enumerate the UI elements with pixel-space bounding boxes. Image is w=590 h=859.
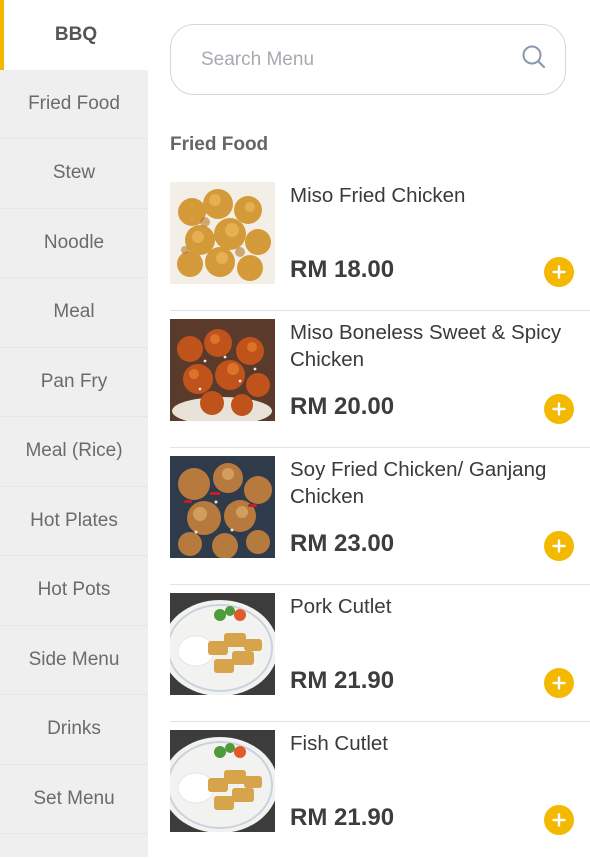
menu-item[interactable]: Fish Cutlet RM 21.90 — [170, 722, 590, 859]
category-stew[interactable]: Stew — [0, 139, 148, 209]
menu-item[interactable]: Soy Fried Chicken/ Ganjang Chicken RM 23… — [170, 448, 590, 585]
search-bar — [170, 24, 566, 95]
food-image — [170, 319, 275, 421]
food-image — [170, 730, 275, 832]
category-meal[interactable]: Meal — [0, 278, 148, 348]
item-price: RM 21.90 — [290, 804, 395, 831]
add-to-cart-button[interactable] — [544, 531, 574, 561]
item-price: RM 20.00 — [290, 393, 395, 420]
item-name: Soy Fried Chicken/ Ganjang Chicken — [290, 458, 547, 508]
menu-item[interactable]: Miso Fried Chicken RM 18.00 — [170, 174, 590, 311]
plus-icon — [552, 813, 566, 827]
category-set-menu[interactable]: Set Menu — [0, 765, 148, 834]
menu-item[interactable]: Pork Cutlet RM 21.90 — [170, 585, 590, 722]
item-price: RM 23.00 — [290, 530, 395, 557]
search-input[interactable] — [199, 47, 521, 72]
add-to-cart-button[interactable] — [544, 805, 574, 835]
category-pan-fry[interactable]: Pan Fry — [0, 348, 148, 417]
category-meal-rice[interactable]: Meal (Rice) — [0, 417, 148, 487]
category-noodle[interactable]: Noodle — [0, 209, 148, 278]
category-bbq[interactable]: BBQ — [0, 0, 148, 70]
item-price: RM 21.90 — [290, 667, 395, 694]
category-fried-food[interactable]: Fried Food — [0, 70, 148, 139]
food-image — [170, 456, 275, 558]
plus-icon — [552, 265, 566, 279]
item-name: Miso Boneless Sweet & Spicy Chicken — [290, 321, 562, 371]
category-sidebar: BBQ Fried Food Stew Noodle Meal Pan Fry … — [0, 0, 148, 857]
item-price: RM 18.00 — [290, 256, 395, 283]
category-drinks[interactable]: Drinks — [0, 695, 148, 765]
menu-item[interactable]: Miso Boneless Sweet & Spicy Chicken RM 2… — [170, 311, 590, 448]
food-image — [170, 593, 275, 695]
add-to-cart-button[interactable] — [544, 668, 574, 698]
plus-icon — [552, 676, 566, 690]
search-icon[interactable] — [521, 44, 547, 75]
plus-icon — [552, 539, 566, 553]
food-image — [170, 182, 275, 284]
menu-item-list: Miso Fried Chicken RM 18.00 Miso Boneles… — [170, 174, 590, 859]
menu-main: Fried Food — [148, 0, 590, 857]
category-hot-plates[interactable]: Hot Plates — [0, 487, 148, 556]
item-name: Fish Cutlet — [290, 732, 388, 755]
section-title: Fried Food — [170, 134, 269, 155]
category-hot-pots[interactable]: Hot Pots — [0, 556, 148, 626]
item-name: Pork Cutlet — [290, 595, 392, 618]
add-to-cart-button[interactable] — [544, 394, 574, 424]
add-to-cart-button[interactable] — [544, 257, 574, 287]
category-side-menu[interactable]: Side Menu — [0, 626, 148, 695]
plus-icon — [552, 402, 566, 416]
item-name: Miso Fried Chicken — [290, 184, 466, 207]
